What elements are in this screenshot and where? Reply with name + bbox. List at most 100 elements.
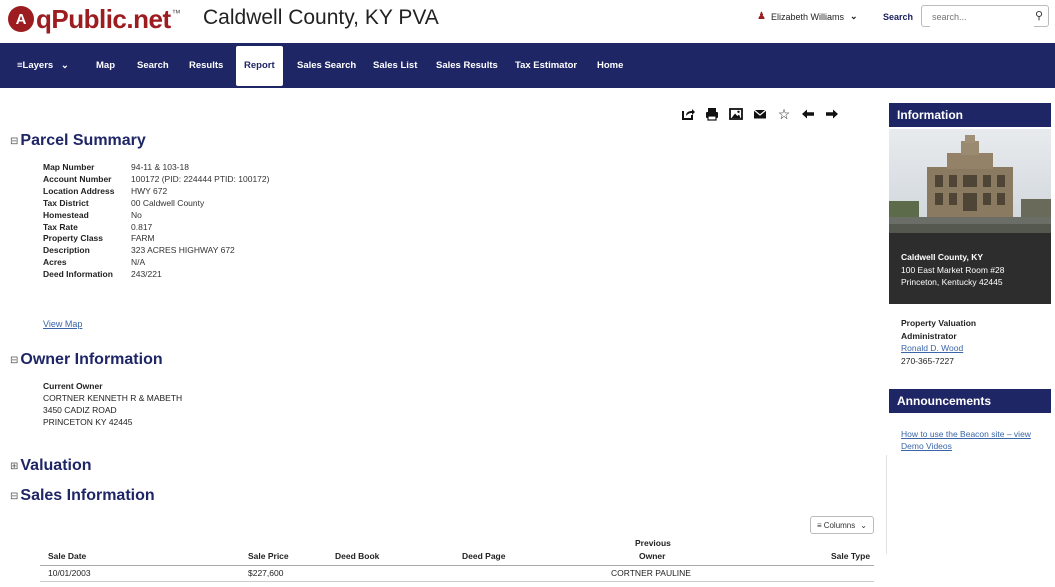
pva-name-link[interactable]: Ronald D. Wood (901, 342, 1041, 355)
trademark-mark: ™ (171, 8, 181, 18)
logo-badge-icon: A (8, 6, 34, 32)
owner-information-heading[interactable]: ⊟ Owner Information (10, 351, 163, 369)
parcel-row: Description 323 ACRES HIGHWAY 672 (43, 245, 269, 257)
announcements-heading: Announcements (889, 389, 1051, 413)
header-deed-page[interactable]: Deed Page (462, 551, 505, 561)
email-icon[interactable] (748, 107, 772, 125)
columns-label: Columns (823, 520, 856, 530)
nav-search[interactable]: Search (137, 43, 169, 88)
collapse-icon[interactable]: ⊟ (10, 136, 18, 147)
nav-tax-estimator[interactable]: Tax Estimator (515, 43, 577, 88)
top-header: A qPublic.net ™ Caldwell County, KY PVA … (0, 0, 1055, 40)
image-icon[interactable] (724, 107, 748, 125)
parcel-value: No (131, 209, 142, 220)
header-owner[interactable]: Owner (639, 551, 665, 561)
nav-sales-results[interactable]: Sales Results (436, 43, 498, 88)
report-toolbar: ☆ (676, 107, 844, 125)
share-icon[interactable] (676, 107, 700, 125)
search-box[interactable]: ⚲ (921, 5, 1049, 27)
search-label[interactable]: Search (883, 12, 913, 22)
sidebar-divider (886, 455, 887, 554)
sale-date-cell: 10/01/2003 (48, 568, 91, 578)
view-map-link[interactable]: View Map (43, 319, 82, 329)
sales-information-heading[interactable]: ⊟ Sales Information (10, 487, 155, 505)
arrow-left-icon[interactable] (796, 107, 820, 125)
current-owner-label: Current Owner (43, 381, 103, 391)
expand-icon[interactable]: ⊞ (10, 461, 18, 472)
collapse-icon[interactable]: ⊟ (10, 355, 18, 366)
parcel-row: Tax District 00 Caldwell County (43, 198, 269, 210)
arrow-right-icon[interactable] (820, 107, 844, 125)
pva-title: Property Valuation (901, 318, 977, 328)
site-title: Caldwell County, KY PVA (203, 6, 439, 29)
valuation-title: Valuation (20, 457, 92, 474)
parcel-value: 323 ACRES HIGHWAY 672 (131, 245, 235, 256)
nav-sales-search[interactable]: Sales Search (297, 43, 356, 88)
parcel-row: Map Number 94-11 & 103-18 (43, 162, 269, 174)
valuation-heading[interactable]: ⊞ Valuation (10, 457, 92, 475)
parcel-row: Homestead No (43, 210, 269, 222)
columns-button[interactable]: ≡ Columns ⌄ (810, 516, 874, 534)
parcel-label: Acres (43, 257, 67, 268)
information-heading: Information (889, 103, 1051, 127)
search-input[interactable] (930, 7, 1034, 27)
header-sale-type[interactable]: Sale Type (831, 551, 870, 561)
parcel-label: Deed Information (43, 269, 113, 280)
nav-home[interactable]: Home (597, 43, 623, 88)
nav-map[interactable]: Map (96, 43, 115, 88)
owner-line: PRINCETON KY 42445 (43, 416, 133, 427)
parcel-row: Tax Rate 0.817 (43, 222, 269, 234)
parcel-label: Location Address (43, 185, 115, 196)
user-menu[interactable]: ♟ Elizabeth Williams ⌄ (757, 11, 858, 22)
nav-sales-list[interactable]: Sales List (373, 43, 417, 88)
user-icon: ♟ (757, 11, 766, 22)
parcel-label: Tax Rate (43, 221, 78, 232)
columns-icon: ≡ (817, 520, 822, 530)
parcel-label: Property Class (43, 233, 103, 244)
parcel-value: 100172 (PID: 224444 PTID: 100172) (131, 173, 270, 184)
parcel-value: 0.817 (131, 221, 153, 232)
parcel-label: Map Number (43, 162, 95, 172)
parcel-row: Property Class FARM (43, 233, 269, 245)
parcel-value: 243/221 (131, 269, 162, 280)
logo-text: qPublic.net (36, 3, 171, 34)
courthouse-photo (889, 129, 1051, 233)
qpublic-logo[interactable]: A qPublic.net ™ (8, 4, 181, 34)
parcel-row: Deed Information 243/221 (43, 269, 269, 281)
parcel-summary-heading[interactable]: ⊟ Parcel Summary (10, 132, 146, 150)
sales-header-row: Sale Date Sale Price Deed Book Deed Page… (40, 537, 874, 566)
parcel-label: Description (43, 245, 90, 256)
header-deed-book[interactable]: Deed Book (335, 551, 379, 561)
parcel-value: FARM (131, 233, 155, 244)
nav-layers-label: Layers (22, 60, 54, 71)
header-sale-date[interactable]: Sale Date (48, 551, 86, 561)
owner-line: CORTNER KENNETH R & MABETH (43, 392, 183, 403)
collapse-icon[interactable]: ⊟ (10, 491, 18, 502)
address-line: Princeton, Kentucky 42445 (901, 277, 1003, 287)
parcel-row: Location Address HWY 672 (43, 186, 269, 198)
nav-report[interactable]: Report (236, 46, 283, 86)
nav-layers[interactable]: ≡Layers ⌄ (17, 43, 69, 88)
announcement-link[interactable]: How to use the Beacon site – view Demo V… (901, 428, 1051, 452)
star-icon[interactable]: ☆ (772, 107, 796, 125)
nav-results[interactable]: Results (189, 43, 223, 88)
chevron-down-icon: ⌄ (850, 11, 858, 21)
chevron-down-icon: ⌄ (60, 60, 69, 71)
header-sale-price[interactable]: Sale Price (248, 551, 289, 561)
sales-table: Sale Date Sale Price Deed Book Deed Page… (40, 537, 874, 582)
owner-line: 3450 CADIZ ROAD (43, 404, 117, 415)
pva-title: Administrator (901, 330, 957, 341)
sales-information-title: Sales Information (20, 487, 155, 504)
search-icon[interactable]: ⚲ (1035, 9, 1043, 22)
owner-information-title: Owner Information (20, 351, 163, 368)
parcel-value: HWY 672 (131, 185, 168, 196)
parcel-summary-title: Parcel Summary (20, 132, 146, 149)
owner-block: Current Owner CORTNER KENNETH R & MABETH… (43, 381, 182, 429)
parcel-label: Account Number (43, 173, 112, 184)
address-line: 100 East Market Room #28 (901, 264, 1005, 275)
header-previous[interactable]: Previous (635, 538, 671, 548)
sale-price-cell: $227,600 (248, 568, 284, 578)
print-icon[interactable] (700, 107, 724, 125)
parcel-value: N/A (131, 257, 146, 268)
county-address-block: Caldwell County, KY 100 East Market Room… (889, 233, 1051, 304)
